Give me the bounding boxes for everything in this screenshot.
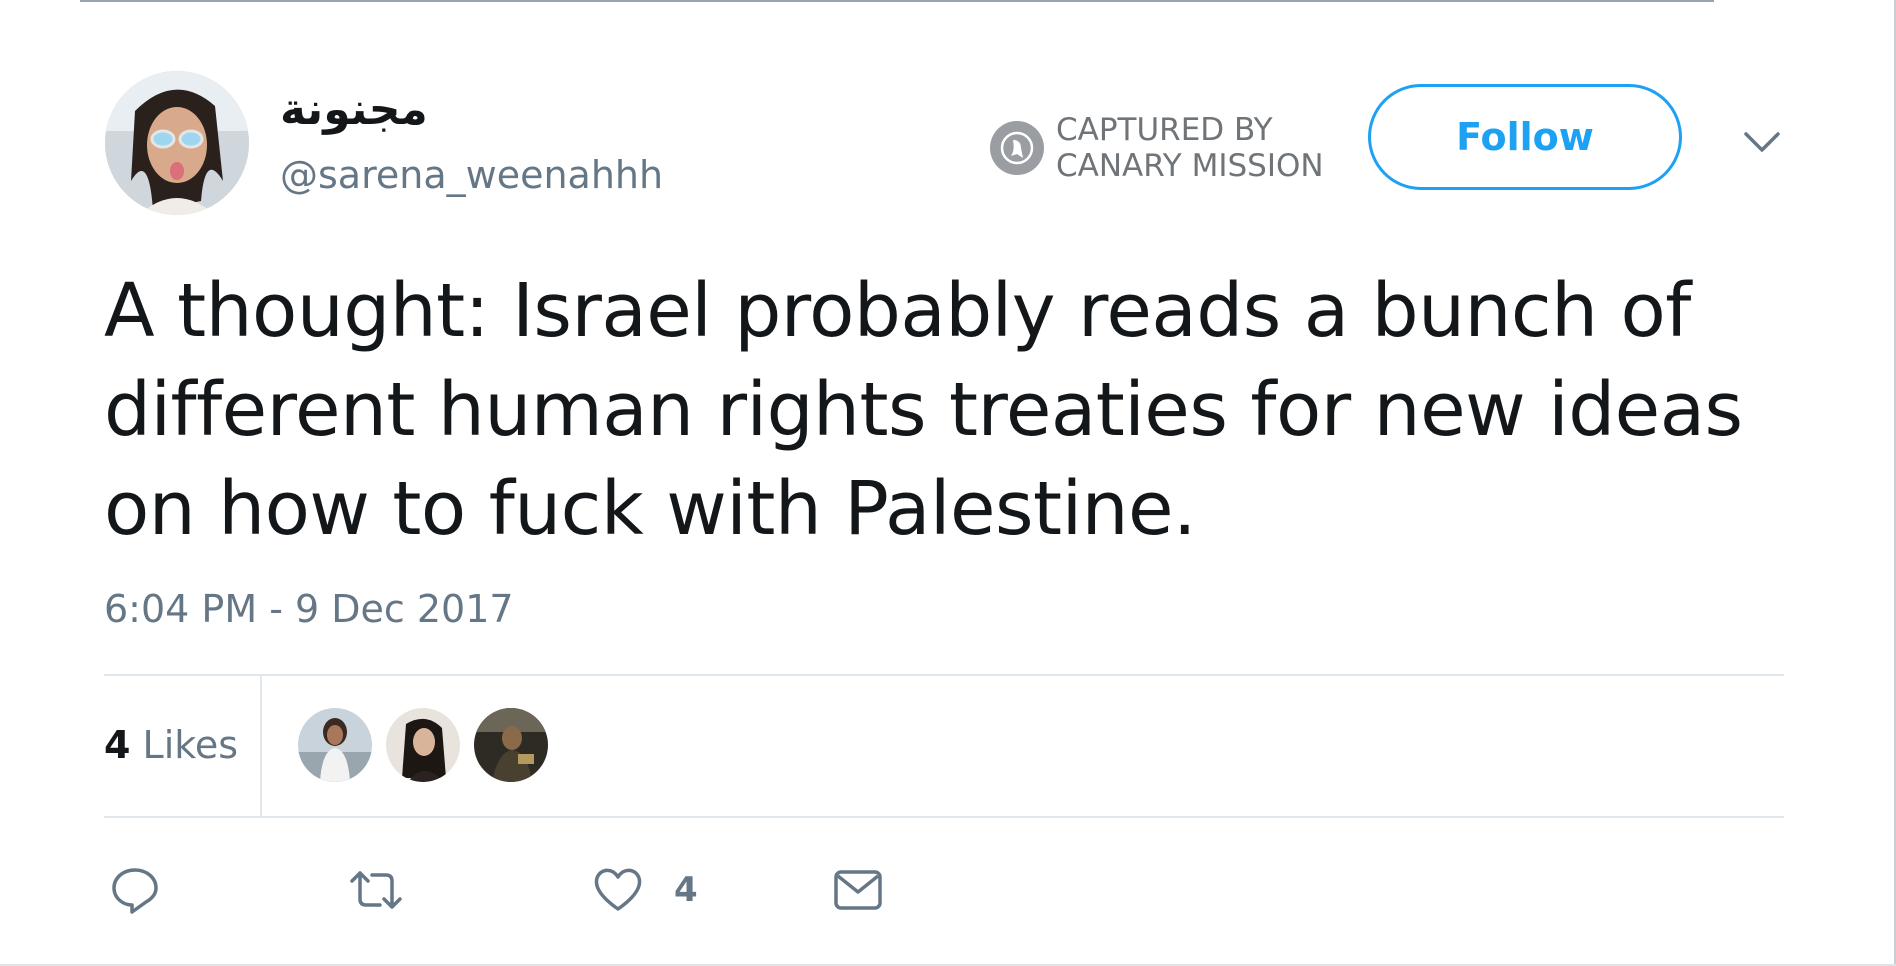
- reply-icon: [112, 868, 158, 914]
- tweet-timestamp[interactable]: 6:04 PM - 9 Dec 2017: [104, 586, 514, 632]
- tweet-text: A thought: Israel probably reads a bunch…: [104, 268, 1743, 552]
- avatar[interactable]: [105, 71, 249, 215]
- direct-message-button[interactable]: [832, 862, 884, 918]
- display-name[interactable]: مجنونة: [280, 82, 428, 138]
- likes-count: 4: [104, 723, 131, 767]
- badge-line-2: CANARY MISSION: [1056, 148, 1324, 184]
- chevron-down-icon[interactable]: [1740, 124, 1784, 160]
- likes-stat[interactable]: 4 Likes: [104, 722, 238, 768]
- follow-button[interactable]: Follow: [1368, 84, 1682, 190]
- divider: [104, 674, 1784, 676]
- user-handle[interactable]: @sarena_weenahhh: [280, 151, 663, 199]
- liker-avatar[interactable]: [386, 708, 460, 782]
- likers-list: [298, 708, 548, 782]
- avatar-image: [105, 71, 249, 215]
- canary-bird-icon: [990, 121, 1044, 175]
- liker-avatar[interactable]: [298, 708, 372, 782]
- envelope-icon: [834, 870, 882, 910]
- top-border: [80, 0, 1714, 2]
- canary-mission-badge: CAPTURED BY CANARY MISSION: [990, 112, 1324, 184]
- divider: [104, 816, 1784, 818]
- likes-label: Likes: [142, 723, 239, 767]
- heart-icon: [594, 868, 642, 911]
- like-button[interactable]: 4: [592, 862, 698, 918]
- like-count: 4: [674, 870, 698, 910]
- badge-line-1: CAPTURED BY: [1056, 112, 1273, 148]
- reply-button[interactable]: [110, 862, 160, 918]
- retweet-icon: [350, 871, 402, 909]
- stats-separator: [260, 676, 262, 816]
- liker-avatar[interactable]: [474, 708, 548, 782]
- retweet-button[interactable]: [346, 862, 406, 918]
